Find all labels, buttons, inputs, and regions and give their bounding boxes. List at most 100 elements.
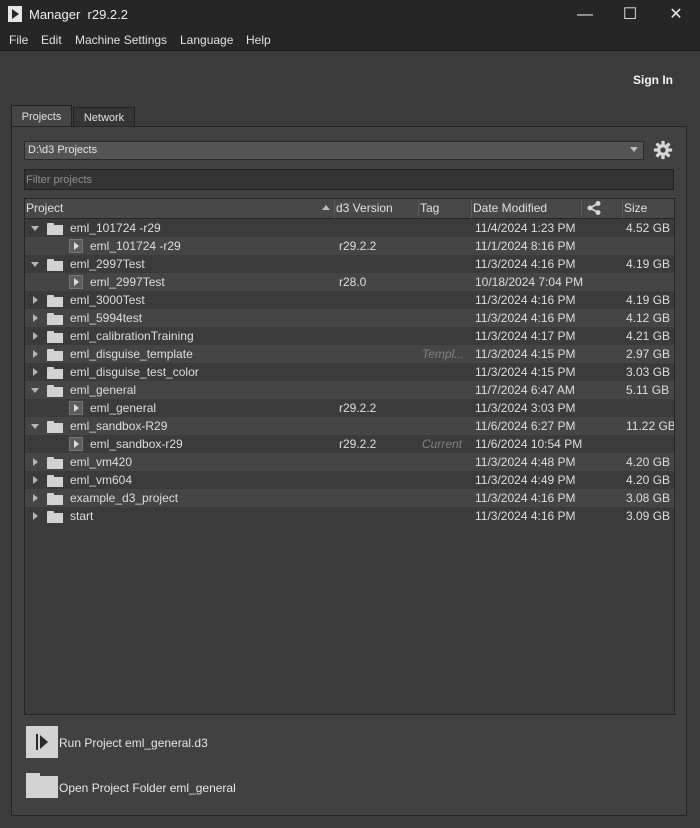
run-project-button[interactable]: [26, 726, 58, 758]
column-header-project[interactable]: Project: [25, 199, 335, 218]
chevron-right-icon[interactable]: [33, 314, 38, 322]
column-header-size[interactable]: Size: [623, 199, 674, 218]
d3-version: [339, 489, 417, 507]
chevron-right-icon[interactable]: [33, 512, 38, 520]
date-modified: 11/3/2024 3:03 PM: [475, 401, 576, 415]
d3-version: [339, 309, 417, 327]
project-file-name: eml_general: [90, 401, 157, 415]
project-tag: Current: [422, 437, 463, 451]
chevron-right-icon[interactable]: [33, 458, 38, 466]
project-size: 11.22 GB: [626, 419, 675, 433]
table-row[interactable]: eml_5994test 11/3/2024 4:16 PM 4.12 GB: [25, 309, 674, 327]
table-row[interactable]: eml_101724 -r29 r29.2.2 11/1/2024 8:16 PM: [25, 237, 674, 255]
open-folder-button[interactable]: [26, 773, 58, 798]
chevron-right-icon[interactable]: [33, 332, 38, 340]
table-row[interactable]: eml_3000Test 11/3/2024 4:16 PM 4.19 GB: [25, 291, 674, 309]
d3-version: [339, 255, 417, 273]
column-header-share[interactable]: [582, 199, 623, 218]
title-bar: Manager r29.2.2 — ☐ ✕: [0, 0, 700, 30]
project-file-name: eml_2997Test: [90, 275, 165, 289]
chevron-down-icon[interactable]: [31, 226, 39, 231]
project-tag: [422, 273, 467, 291]
filter-projects-input[interactable]: Filter projects: [24, 169, 674, 190]
date-modified: 11/6/2024 6:27 PM: [475, 419, 576, 433]
table-row[interactable]: eml_general r29.2.2 11/3/2024 3:03 PM: [25, 399, 674, 417]
folder-icon: [47, 367, 63, 379]
folder-icon: [47, 349, 63, 361]
table-row[interactable]: example_d3_project 11/3/2024 4:16 PM 3.08 …: [25, 489, 674, 507]
project-size: 4.21 GB: [626, 329, 671, 343]
column-header-date-modified[interactable]: Date Modified: [472, 199, 582, 218]
project-name: eml_general: [70, 383, 137, 397]
d3-project-file-icon: [69, 401, 83, 415]
table-row[interactable]: eml_calibrationTraining 11/3/2024 4:17 PM…: [25, 327, 674, 345]
sign-in-button[interactable]: Sign In: [633, 73, 673, 87]
table-row[interactable]: eml_vm420 11/3/2024 4:48 PM 4.20 GB: [25, 453, 674, 471]
date-modified: 11/3/2024 4:17 PM: [475, 329, 576, 343]
menu-file[interactable]: File: [9, 33, 28, 47]
table-row[interactable]: eml_101724 -r29 11/4/2024 1:23 PM 4.52 GB: [25, 219, 674, 237]
table-row[interactable]: eml_2997Test 11/3/2024 4:16 PM 4.19 GB: [25, 255, 674, 273]
chevron-right-icon[interactable]: [33, 296, 38, 304]
chevron-down-icon[interactable]: [31, 262, 39, 267]
window-title: Manager r29.2.2: [29, 7, 129, 22]
table-row[interactable]: eml_vm604 11/3/2024 4:49 PM 4.20 GB: [25, 471, 674, 489]
project-tag: [422, 309, 467, 327]
chevron-right-icon[interactable]: [33, 368, 38, 376]
maximize-button[interactable]: ☐: [607, 0, 653, 30]
close-button[interactable]: ✕: [653, 0, 699, 30]
menu-bar: File Edit Machine Settings Language Help: [0, 30, 700, 51]
folder-icon: [47, 421, 63, 433]
date-modified: 11/3/2024 4:16 PM: [475, 311, 576, 325]
chevron-right-icon[interactable]: [33, 494, 38, 502]
column-header-d3-version[interactable]: d3 Version: [335, 199, 419, 218]
table-row[interactable]: eml_sandbox-R29 11/6/2024 6:27 PM 11.22 GB: [25, 417, 675, 435]
table-row[interactable]: eml_2997Test r28.0 10/18/2024 7:04 PM: [25, 273, 674, 291]
folder-icon: [47, 331, 63, 343]
folder-icon: [47, 493, 63, 505]
table-row[interactable]: eml_disguise_test_color 11/3/2024 4:15 PM…: [25, 363, 674, 381]
chevron-down-icon[interactable]: [31, 388, 39, 393]
project-name: eml_vm420: [70, 455, 133, 469]
table-row[interactable]: eml_disguise_template Templ... 11/3/2024 4…: [25, 345, 674, 363]
gear-icon[interactable]: [653, 140, 673, 160]
project-name: eml_3000Test: [70, 293, 145, 307]
run-project-label[interactable]: Run Project eml_general.d3: [59, 736, 208, 750]
project-size: 4.20 GB: [626, 455, 671, 469]
project-tag: [422, 237, 467, 255]
tab-projects[interactable]: Projects: [11, 105, 72, 127]
table-row[interactable]: eml_general 11/7/2024 6:47 AM 5.11 GB: [25, 381, 674, 399]
project-tag: [422, 489, 467, 507]
chevron-right-icon[interactable]: [33, 476, 38, 484]
project-size: [626, 237, 674, 255]
column-header-tag[interactable]: Tag: [419, 199, 472, 218]
chevron-down-icon: [630, 147, 638, 152]
menu-machine-settings[interactable]: Machine Settings: [75, 33, 167, 47]
date-modified: 11/3/2024 4:15 PM: [475, 365, 576, 379]
projects-folder-select[interactable]: D:\d3 Projects: [24, 141, 644, 160]
chevron-down-icon[interactable]: [31, 424, 39, 429]
app-icon: [8, 6, 22, 22]
menu-language[interactable]: Language: [180, 33, 233, 47]
menu-help[interactable]: Help: [246, 33, 271, 47]
project-tag: [422, 363, 467, 381]
minimize-button[interactable]: —: [562, 0, 608, 30]
tab-network[interactable]: Network: [73, 107, 135, 127]
projects-table: Project d3 Version Tag Date Modified Siz…: [24, 198, 675, 715]
open-project-folder-label[interactable]: Open Project Folder eml_general: [59, 781, 236, 795]
table-header: Project d3 Version Tag Date Modified Siz…: [25, 199, 674, 219]
project-size: 4.52 GB: [626, 221, 671, 235]
project-size: 4.19 GB: [626, 293, 671, 307]
chevron-right-icon[interactable]: [33, 350, 38, 358]
table-row[interactable]: eml_sandbox-r29 r29.2.2 Current 11/6/2024 1…: [25, 435, 674, 453]
project-name: eml_disguise_test_color: [70, 365, 199, 379]
projects-folder-path: D:\d3 Projects: [28, 144, 98, 156]
table-row[interactable]: start 11/3/2024 4:16 PM 3.09 GB: [25, 507, 674, 525]
date-modified: 11/1/2024 8:16 PM: [475, 239, 576, 253]
menu-edit[interactable]: Edit: [41, 33, 62, 47]
d3-version: [339, 507, 417, 525]
date-modified: 11/4/2024 1:23 PM: [475, 221, 576, 235]
project-file-name: eml_sandbox-r29: [90, 437, 183, 451]
project-size: 2.97 GB: [626, 347, 671, 361]
folder-icon: [47, 511, 63, 523]
